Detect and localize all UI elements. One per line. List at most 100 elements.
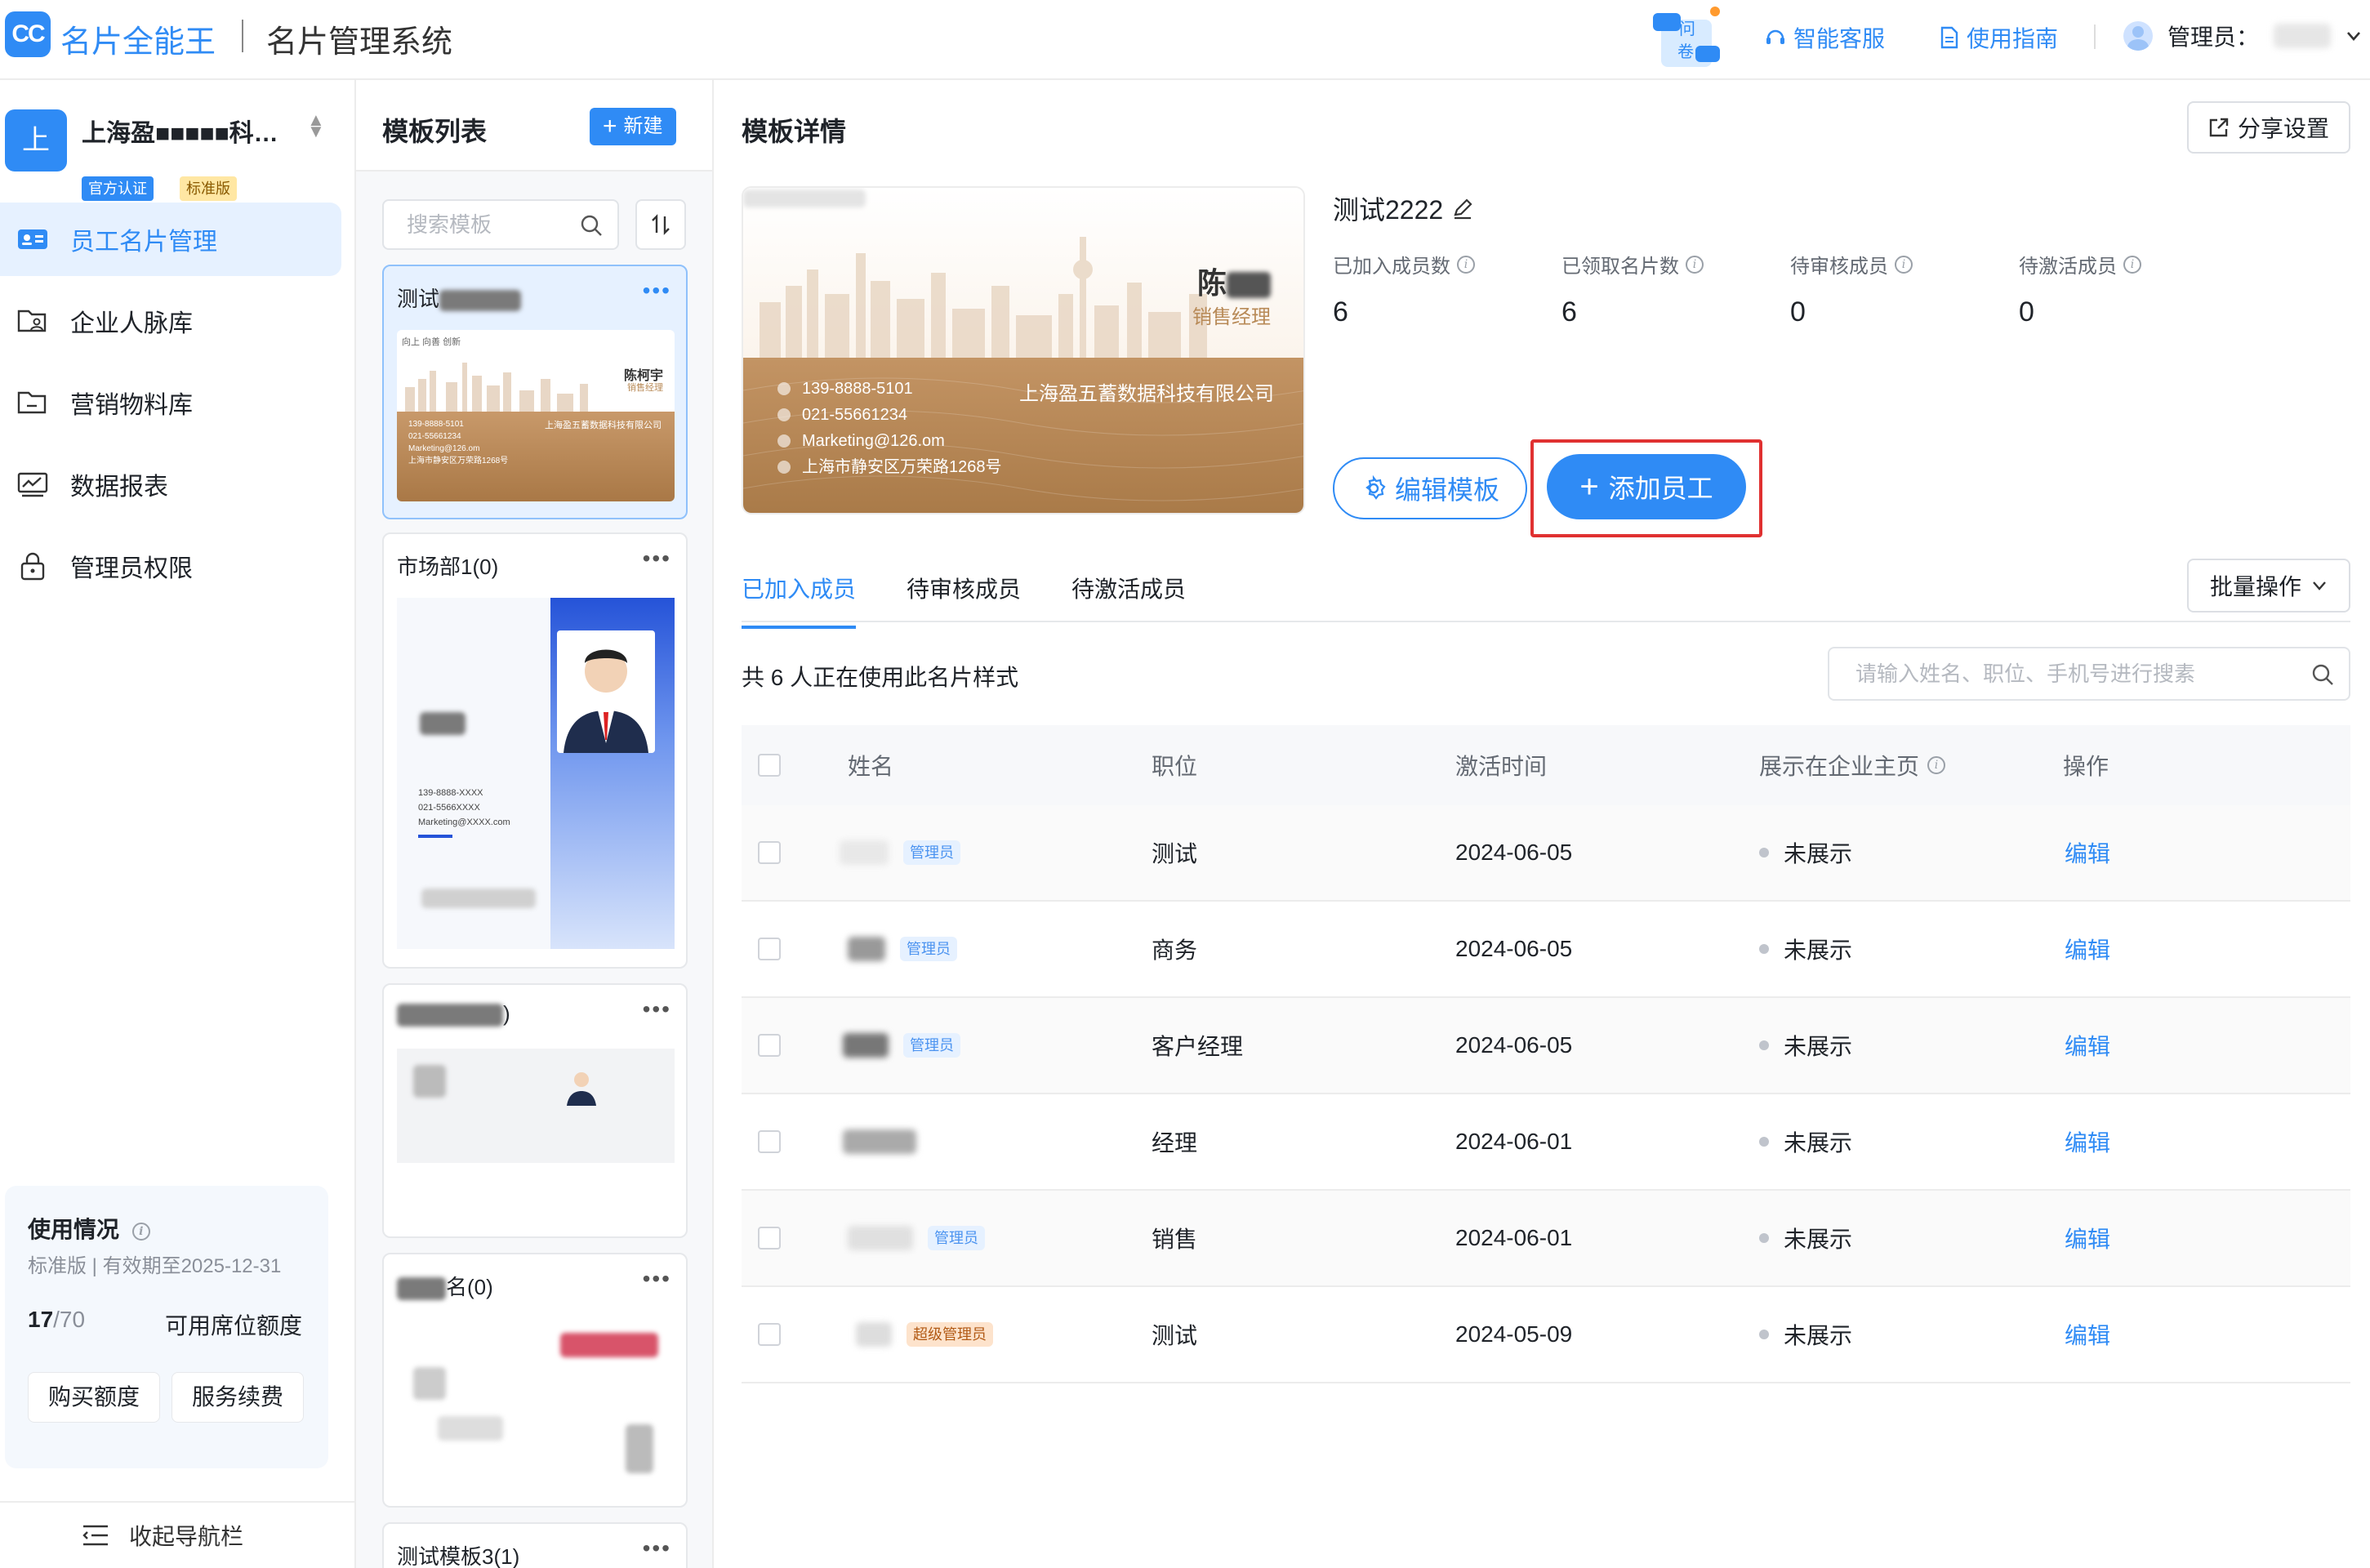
collapse-nav-button[interactable]: 收起导航栏 xyxy=(0,1501,354,1568)
thumb-line: 139-8888-XXXX xyxy=(418,788,483,798)
seat-used: 17 xyxy=(28,1307,54,1332)
row-checkbox[interactable] xyxy=(758,902,781,996)
svg-text:卷: 卷 xyxy=(1677,42,1694,61)
sidebar-item-label: 管理员权限 xyxy=(70,555,193,582)
stat-label: 待激活成员 xyxy=(2019,256,2117,278)
template-card[interactable]: ) ••• xyxy=(382,983,688,1238)
info-icon[interactable]: i xyxy=(2123,255,2141,274)
template-card-title: 名(0) xyxy=(397,1271,493,1301)
select-all-checkbox[interactable] xyxy=(758,725,781,805)
stat-claimed: 已领取名片数 i 6 xyxy=(1561,250,1774,328)
template-card[interactable]: 测试模板3(1) ••• xyxy=(382,1522,688,1568)
member-search-input[interactable] xyxy=(1855,662,2296,687)
col-actions: 操作 xyxy=(2063,754,2109,779)
phone-icon xyxy=(777,382,791,395)
row-checkbox[interactable] xyxy=(758,1287,781,1382)
tab-pending-activation[interactable]: 待激活成员 xyxy=(1071,572,1186,626)
tab-pending-review[interactable]: 待审核成员 xyxy=(907,572,1021,626)
info-icon[interactable]: i xyxy=(1895,255,1913,274)
member-search[interactable] xyxy=(1828,647,2350,701)
info-icon[interactable]: i xyxy=(1686,255,1704,274)
member-name: 管理员 xyxy=(840,805,960,900)
org-switcher[interactable]: 上 上海盈■■■■■科… ▲ ▼ 官方认证 标准版 xyxy=(5,109,348,201)
buy-quota-button[interactable]: 购买额度 xyxy=(28,1372,161,1423)
member-activated-time: 2024-06-05 xyxy=(1455,840,1573,865)
info-icon[interactable]: i xyxy=(131,1222,150,1241)
edit-member-link[interactable]: 编辑 xyxy=(2065,1191,2110,1285)
template-card[interactable]: 名(0) ••• xyxy=(382,1253,688,1508)
sort-button[interactable] xyxy=(635,199,686,250)
edit-member-link[interactable]: 编辑 xyxy=(2065,998,2110,1093)
guide-link[interactable]: 使用指南 xyxy=(1939,21,2058,54)
tab-joined[interactable]: 已加入成员 xyxy=(742,572,857,629)
edit-pencil-icon[interactable] xyxy=(1451,197,1474,220)
row-checkbox[interactable] xyxy=(758,1191,781,1285)
version-badge: 标准版 xyxy=(180,176,237,201)
stat-pending-review: 待审核成员 i 0 xyxy=(1790,250,2002,328)
sidebar-item-contacts[interactable]: 企业人脉库 xyxy=(0,284,341,358)
row-checkbox[interactable] xyxy=(758,805,781,900)
top-bar: CC 名片全能王 名片管理系统 问 卷 智能客服 使用指南 管理员： xyxy=(0,0,2370,80)
share-settings-button[interactable]: 分享设置 xyxy=(2187,101,2350,154)
more-icon[interactable]: ••• xyxy=(643,278,671,304)
card-tel: 021-55661234 xyxy=(802,406,908,424)
stat-value: 6 xyxy=(1333,296,1348,327)
stat-joined: 已加入成员数 i 6 xyxy=(1333,250,1545,328)
card-company: 上海盈五蓄数据科技有限公司 xyxy=(1019,383,1274,405)
thumb-footer: 139-8888-5101 021-55661234 Marketing@126… xyxy=(397,412,675,501)
ai-service-link[interactable]: 智能客服 xyxy=(1764,21,1885,54)
renew-button[interactable]: 服务续费 xyxy=(172,1372,305,1423)
template-card-title: 测试模板3(1) xyxy=(397,1544,520,1568)
system-title: 名片管理系统 xyxy=(266,25,453,60)
member-name: 管理员 xyxy=(848,1191,985,1285)
table-row: 管理员 商务 2024-06-05 未展示 编辑 xyxy=(742,902,2350,998)
template-card[interactable]: 市场部1(0) ••• 139-8888-XXXX 021-5566XXXX M… xyxy=(382,532,688,969)
stat-label: 已加入成员数 xyxy=(1333,256,1450,278)
template-search-input[interactable] xyxy=(407,212,578,238)
sidebar-item-employee-cards[interactable]: 员工名片管理 xyxy=(0,203,341,276)
edit-template-label: 编辑模板 xyxy=(1394,475,1499,505)
more-icon[interactable]: ••• xyxy=(643,1535,671,1561)
edit-member-link[interactable]: 编辑 xyxy=(2065,805,2110,900)
ai-service-label: 智能客服 xyxy=(1793,26,1886,51)
role-badge: 管理员 xyxy=(900,937,957,961)
usage-title-text: 使用情况 xyxy=(28,1217,120,1242)
sort-icon xyxy=(652,214,670,235)
member-position: 客户经理 xyxy=(1152,1034,1244,1059)
org-avatar: 上 xyxy=(5,109,67,172)
info-icon[interactable]: i xyxy=(1457,255,1475,274)
more-icon[interactable]: ••• xyxy=(643,546,671,572)
member-count-text: 共 6 人正在使用此名片样式 xyxy=(742,665,1019,690)
edit-member-link[interactable]: 编辑 xyxy=(2065,902,2110,996)
card-name: 陈 xyxy=(1197,260,1271,302)
row-checkbox[interactable] xyxy=(758,998,781,1093)
sidebar-item-reports[interactable]: 数据报表 xyxy=(0,448,341,521)
brand-name: 名片全能王 xyxy=(60,25,216,60)
card-title: 销售经理 xyxy=(1192,306,1271,328)
admin-menu[interactable]: 管理员： xyxy=(2123,20,2362,52)
business-card-preview: 陈 销售经理 139-8888-5101 021-55661234 Market… xyxy=(742,186,1305,514)
sidebar-item-admin[interactable]: 管理员权限 xyxy=(0,529,341,603)
sidebar-item-label: 营销物料库 xyxy=(70,392,193,419)
sidebar-item-marketing[interactable]: 营销物料库 xyxy=(0,366,341,439)
add-employee-button[interactable]: + 添加员工 xyxy=(1547,454,1746,519)
edit-template-button[interactable]: 编辑模板 xyxy=(1333,457,1527,519)
template-thumbnail xyxy=(397,1318,675,1490)
new-template-button[interactable]: + 新建 xyxy=(590,108,676,145)
row-checkbox[interactable] xyxy=(758,1094,781,1189)
chevron-down-icon xyxy=(2313,581,2326,590)
survey-badge[interactable]: 问 卷 xyxy=(1650,5,1728,72)
more-icon[interactable]: ••• xyxy=(643,996,671,1022)
edit-member-link[interactable]: 编辑 xyxy=(2065,1094,2110,1189)
edit-member-link[interactable]: 编辑 xyxy=(2065,1287,2110,1382)
batch-actions-dropdown[interactable]: 批量操作 xyxy=(2187,559,2350,612)
member-show-status: 未展示 xyxy=(1759,1191,1852,1285)
template-card[interactable]: 测试 ••• 向上 向善 创新 陈柯宇 销售经理 139-8888-5101 0… xyxy=(382,265,688,519)
member-activated-time: 2024-06-05 xyxy=(1455,936,1573,961)
stat-value: 0 xyxy=(2019,296,2034,327)
template-search[interactable] xyxy=(382,199,619,250)
caret-down-icon xyxy=(2347,32,2360,41)
info-icon[interactable]: i xyxy=(1927,756,1946,774)
more-icon[interactable]: ••• xyxy=(643,1266,671,1292)
switch-arrows-icon[interactable]: ▲ ▼ xyxy=(307,111,325,140)
